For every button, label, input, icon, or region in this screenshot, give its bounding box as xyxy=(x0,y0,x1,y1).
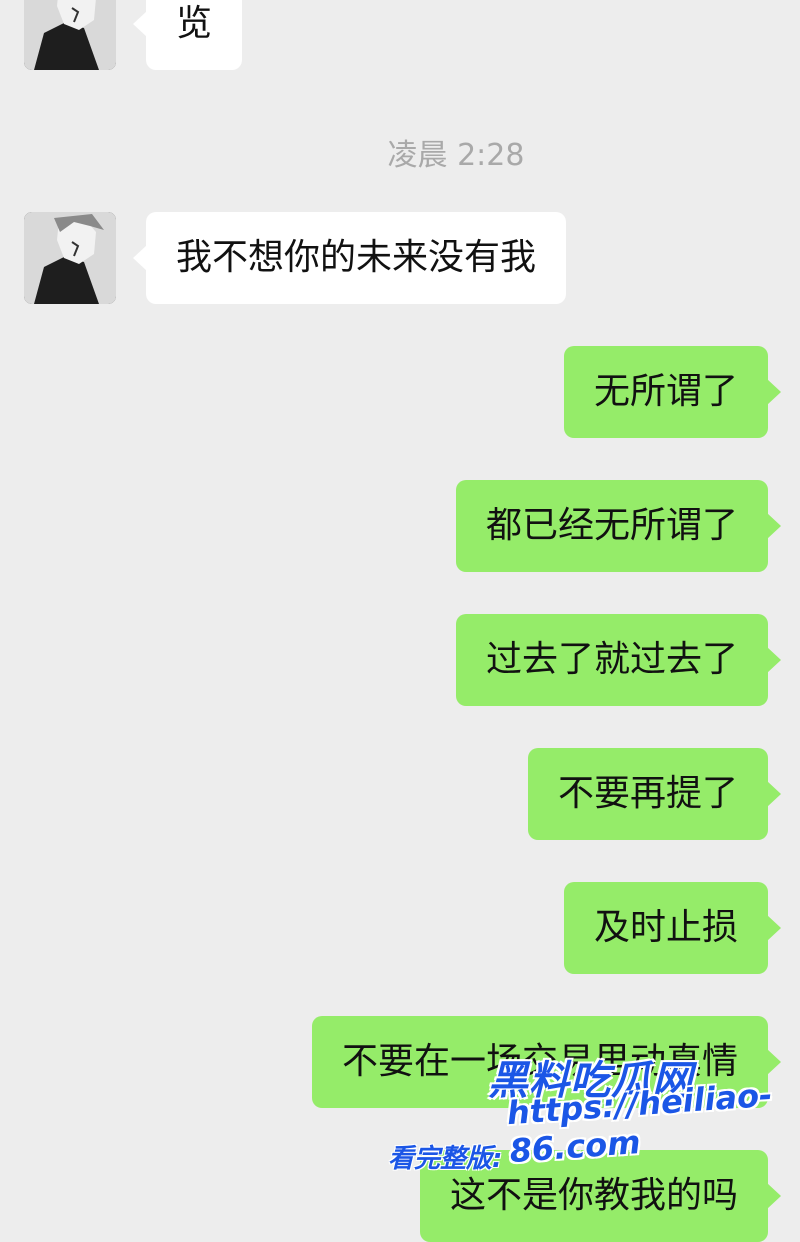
message-bubble-outgoing[interactable]: 都已经无所谓了 xyxy=(455,480,782,572)
message-bubble-outgoing[interactable]: 过去了就过去了 xyxy=(455,614,782,706)
message-text: 我不想你的未来没有我 xyxy=(176,237,537,278)
message-text: 无所谓了 xyxy=(593,371,738,412)
message-text: 不要在一场交易里动真情 xyxy=(341,1041,738,1082)
message-bubble-outgoing[interactable]: 不要在一场交易里动真情 xyxy=(311,1016,782,1108)
message-text: 及时止损 xyxy=(593,907,738,948)
chat-timestamp: 凌晨 2:28 xyxy=(387,138,525,173)
message-text: 不要再提了 xyxy=(557,773,738,814)
message-text: 览 xyxy=(176,3,213,44)
message-text: 这不是你教我的吗 xyxy=(449,1175,738,1216)
message-bubble-outgoing[interactable]: 及时止损 xyxy=(563,882,782,974)
anime-character-avatar-icon xyxy=(24,212,116,304)
contact-avatar[interactable] xyxy=(24,0,116,70)
message-bubble-outgoing[interactable]: 无所谓了 xyxy=(563,346,782,438)
message-bubble-outgoing[interactable]: 不要再提了 xyxy=(527,748,782,840)
message-text: 过去了就过去了 xyxy=(485,639,738,680)
message-text: 都已经无所谓了 xyxy=(485,505,738,546)
message-bubble-outgoing[interactable]: 这不是你教我的吗 xyxy=(419,1150,782,1242)
message-bubble-incoming[interactable]: 览 xyxy=(132,0,243,70)
anime-character-avatar-icon xyxy=(24,0,116,70)
message-bubble-incoming[interactable]: 我不想你的未来没有我 xyxy=(132,212,567,304)
contact-avatar[interactable] xyxy=(24,212,116,304)
